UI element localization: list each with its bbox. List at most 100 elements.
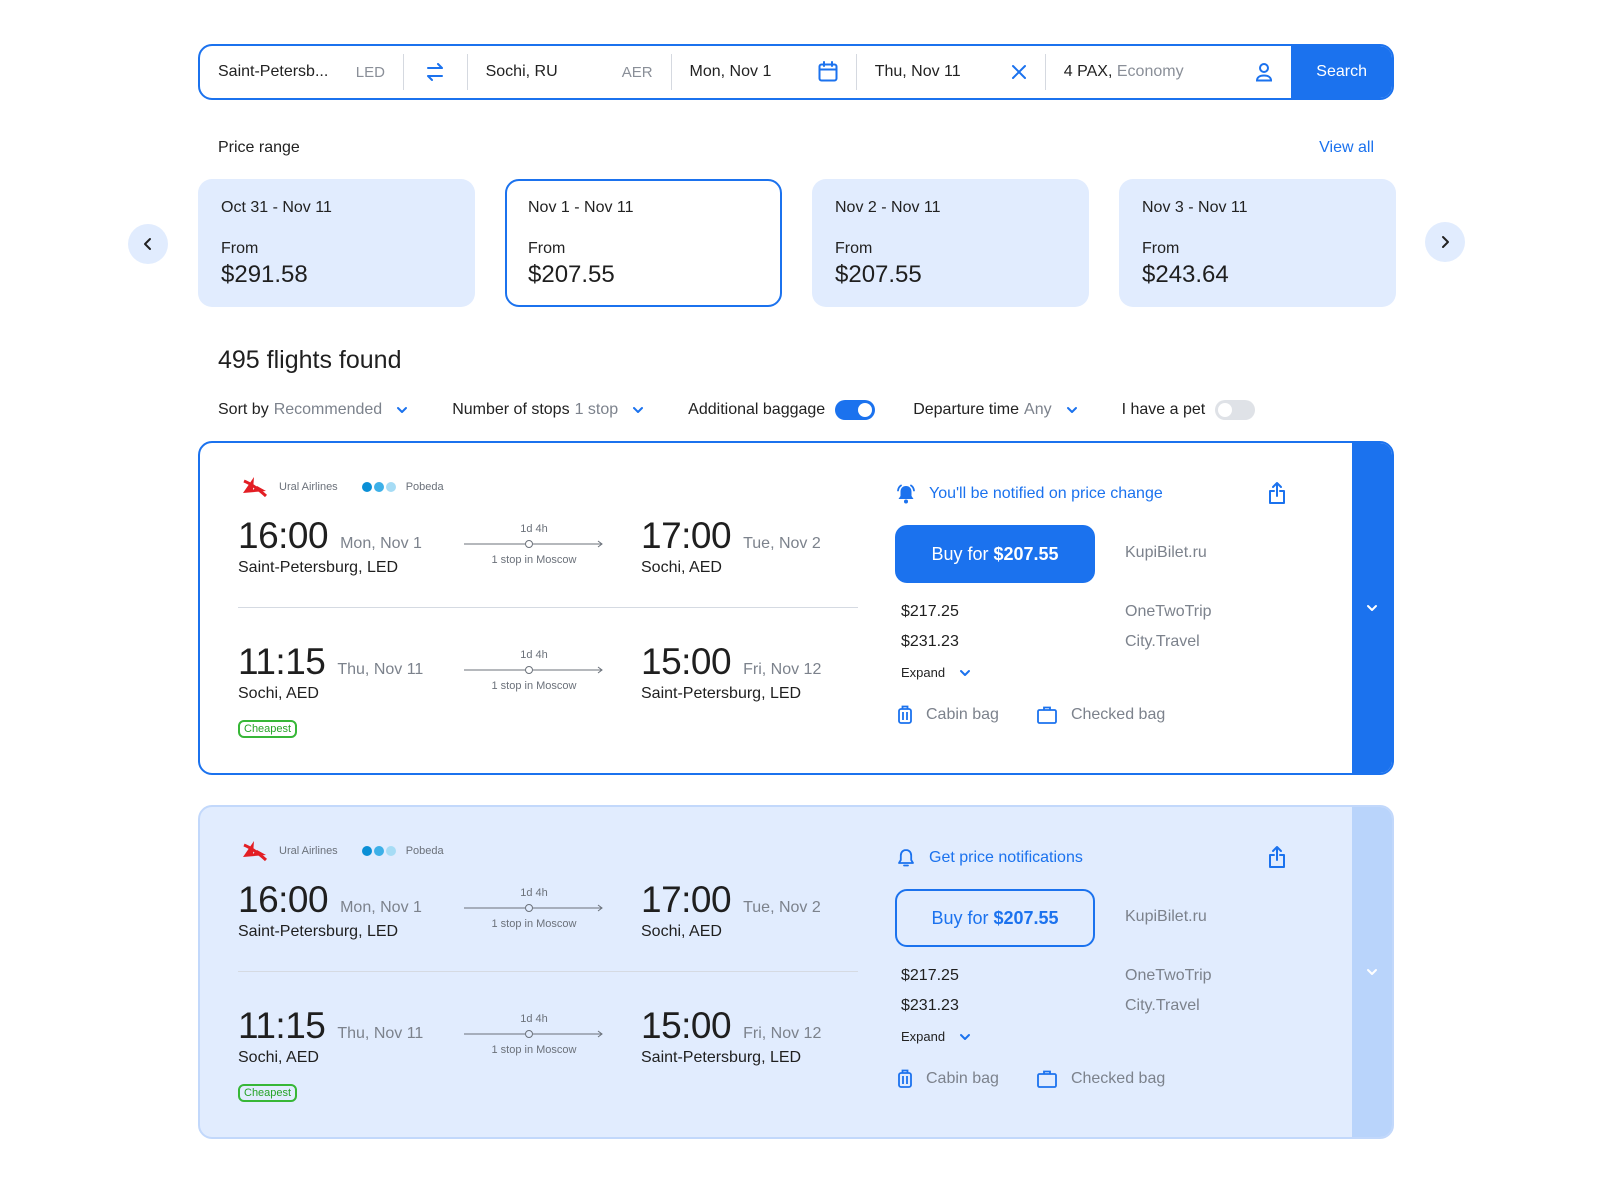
buy-button[interactable]: Buy for $207.55 [895, 889, 1095, 947]
arrival: 15:00 Fri, Nov 12 Saint-Petersburg, LED [641, 641, 821, 703]
date-range: Nov 2 - Nov 11 [835, 199, 941, 216]
departure-date-field[interactable]: Mon, Nov 1 [672, 46, 856, 98]
pet-toggle[interactable] [1215, 400, 1256, 420]
main-vendor[interactable]: KupiBilet.ru [1125, 908, 1207, 926]
alt-offer-vendor[interactable]: City.Travel [1125, 997, 1200, 1015]
chevron-down-icon [1066, 406, 1078, 414]
expand-offers-button[interactable]: Expand [901, 665, 971, 680]
flight-duration: 1d 4h [520, 649, 548, 661]
checked-bag-icon [1037, 1070, 1057, 1088]
arrival-time: 17:00 [641, 515, 732, 556]
view-all-link[interactable]: View all [1319, 139, 1374, 157]
departure-time-filter[interactable]: Departure time Any [913, 401, 1077, 419]
departure-time: 16:00 [238, 515, 329, 556]
stops-filter[interactable]: Number of stops 1 stop [452, 401, 644, 419]
expand-label: Expand [901, 665, 946, 680]
swap-button[interactable] [404, 46, 467, 98]
price-notification[interactable]: You'll be notified on price change [895, 483, 1163, 505]
sort-filter[interactable]: Sort by Recommended [218, 401, 408, 419]
from-label: From [835, 240, 873, 257]
results-count: 495 flights found [218, 346, 402, 374]
destination-field[interactable]: Sochi, RU AER [468, 46, 671, 98]
arrival: 17:00 Tue, Nov 2 Sochi, AED [641, 515, 821, 577]
price-notification[interactable]: Get price notifications [895, 847, 1083, 869]
cabin-bag-icon [898, 1069, 912, 1089]
departure-date: Thu, Nov 11 [337, 661, 424, 678]
departure: 11:15 Thu, Nov 11 Sochi, AED [238, 641, 423, 703]
sort-label: Sort by [218, 401, 269, 418]
notify-label: Get price notifications [929, 849, 1083, 866]
alt-offer-price[interactable]: $217.25 [901, 603, 959, 621]
prev-dates-button[interactable] [128, 224, 168, 264]
stops-info: 1 stop in Moscow [491, 918, 577, 930]
departure-time: 11:15 [238, 1005, 326, 1046]
alt-offer-price[interactable]: $231.23 [901, 633, 959, 651]
checked-bag-icon [1037, 706, 1057, 724]
pet-filter: I have a pet [1122, 400, 1256, 420]
share-button[interactable] [1268, 481, 1286, 510]
offers-panel: You'll be notified on price change Buy f… [895, 443, 1315, 773]
flight-duration: 1d 4h [520, 887, 548, 899]
chevron-down-icon [632, 406, 644, 414]
return-leg: 11:15 Thu, Nov 11 Sochi, AED 1d 4h 1 stop… [238, 1005, 878, 1075]
flight-card[interactable]: Ural Airlines Pobeda 16:00 Mon, Nov 1 Sai… [198, 805, 1394, 1139]
price-range-card[interactable]: Oct 31 - Nov 11 From $291.58 [198, 179, 475, 307]
destination-city: Sochi, RU [485, 63, 558, 80]
origin-field[interactable]: Saint-Petersb... LED [200, 46, 403, 98]
alt-offer-price[interactable]: $231.23 [901, 997, 959, 1015]
departure-place: Saint-Petersburg, LED [238, 559, 399, 576]
price-range-card[interactable]: Nov 3 - Nov 11 From $243.64 [1119, 179, 1396, 307]
alt-offer-price[interactable]: $217.25 [901, 967, 959, 985]
offers-panel: Get price notifications Buy for $207.55 … [895, 807, 1315, 1137]
departure-time: 16:00 [238, 879, 329, 920]
date-range: Nov 3 - Nov 11 [1142, 199, 1248, 216]
price-range-card-selected[interactable]: Nov 1 - Nov 11 From $207.55 [505, 179, 782, 307]
return-date-field[interactable]: Thu, Nov 11 [857, 46, 1045, 98]
flight-duration: 1d 4h [520, 523, 548, 535]
chevron-down-icon [959, 669, 971, 677]
calendar-icon[interactable] [818, 61, 838, 83]
expand-card-button[interactable] [1352, 443, 1392, 773]
departure-date: Mon, Nov 1 [689, 63, 772, 80]
expand-card-button[interactable] [1352, 807, 1392, 1137]
search-button[interactable]: Search [1291, 46, 1392, 98]
buy-button[interactable]: Buy for $207.55 [895, 525, 1095, 583]
price-range-card[interactable]: Nov 2 - Nov 11 From $207.55 [812, 179, 1089, 307]
route-summary: 1d 4h 1 stop in Moscow [464, 523, 604, 566]
baggage-info: Cabin bag Checked bag [898, 705, 1165, 725]
baggage-toggle[interactable] [835, 400, 876, 420]
main-vendor[interactable]: KupiBilet.ru [1125, 544, 1207, 562]
airline-pobeda: Pobeda [361, 481, 444, 493]
baggage-info: Cabin bag Checked bag [898, 1069, 1165, 1089]
cabin-bag-icon [898, 705, 912, 725]
expand-offers-button[interactable]: Expand [901, 1029, 971, 1044]
route-line [464, 1027, 604, 1041]
route-summary: 1d 4h 1 stop in Moscow [464, 1013, 604, 1056]
stops-info: 1 stop in Moscow [491, 680, 577, 692]
buy-price: $207.55 [993, 543, 1059, 564]
next-dates-button[interactable] [1425, 222, 1465, 262]
arrival-date: Tue, Nov 2 [743, 899, 821, 916]
checked-bag: Checked bag [1037, 1070, 1165, 1088]
chevron-down-icon [1366, 604, 1378, 612]
flight-duration: 1d 4h [520, 1013, 548, 1025]
close-icon[interactable] [1011, 64, 1027, 80]
passengers-field[interactable]: 4 PAX, Economy [1046, 46, 1291, 98]
card-price: $207.55 [528, 261, 615, 288]
airline-name: Ural Airlines [279, 845, 338, 857]
arrival-date: Fri, Nov 12 [743, 661, 822, 678]
alt-offer-vendor[interactable]: City.Travel [1125, 633, 1200, 651]
pobeda-logo [361, 846, 396, 856]
alt-offer-vendor[interactable]: OneTwoTrip [1125, 967, 1212, 985]
date-range: Nov 1 - Nov 11 [528, 199, 634, 216]
share-button[interactable] [1268, 845, 1286, 874]
stops-value: 1 stop [574, 401, 619, 418]
card-price: $243.64 [1142, 261, 1229, 288]
route-summary: 1d 4h 1 stop in Moscow [464, 887, 604, 930]
flight-card[interactable]: Ural Airlines Pobeda 16:00 Mon, Nov 1 Sai… [198, 441, 1394, 775]
route-summary: 1d 4h 1 stop in Moscow [464, 649, 604, 692]
alt-offer-vendor[interactable]: OneTwoTrip [1125, 603, 1212, 621]
cheapest-badge: Cheapest [238, 720, 298, 738]
price-range-cards: Oct 31 - Nov 11 From $291.58 Nov 1 - Nov… [198, 179, 1396, 307]
pax-count: 4 PAX, [1063, 63, 1113, 80]
